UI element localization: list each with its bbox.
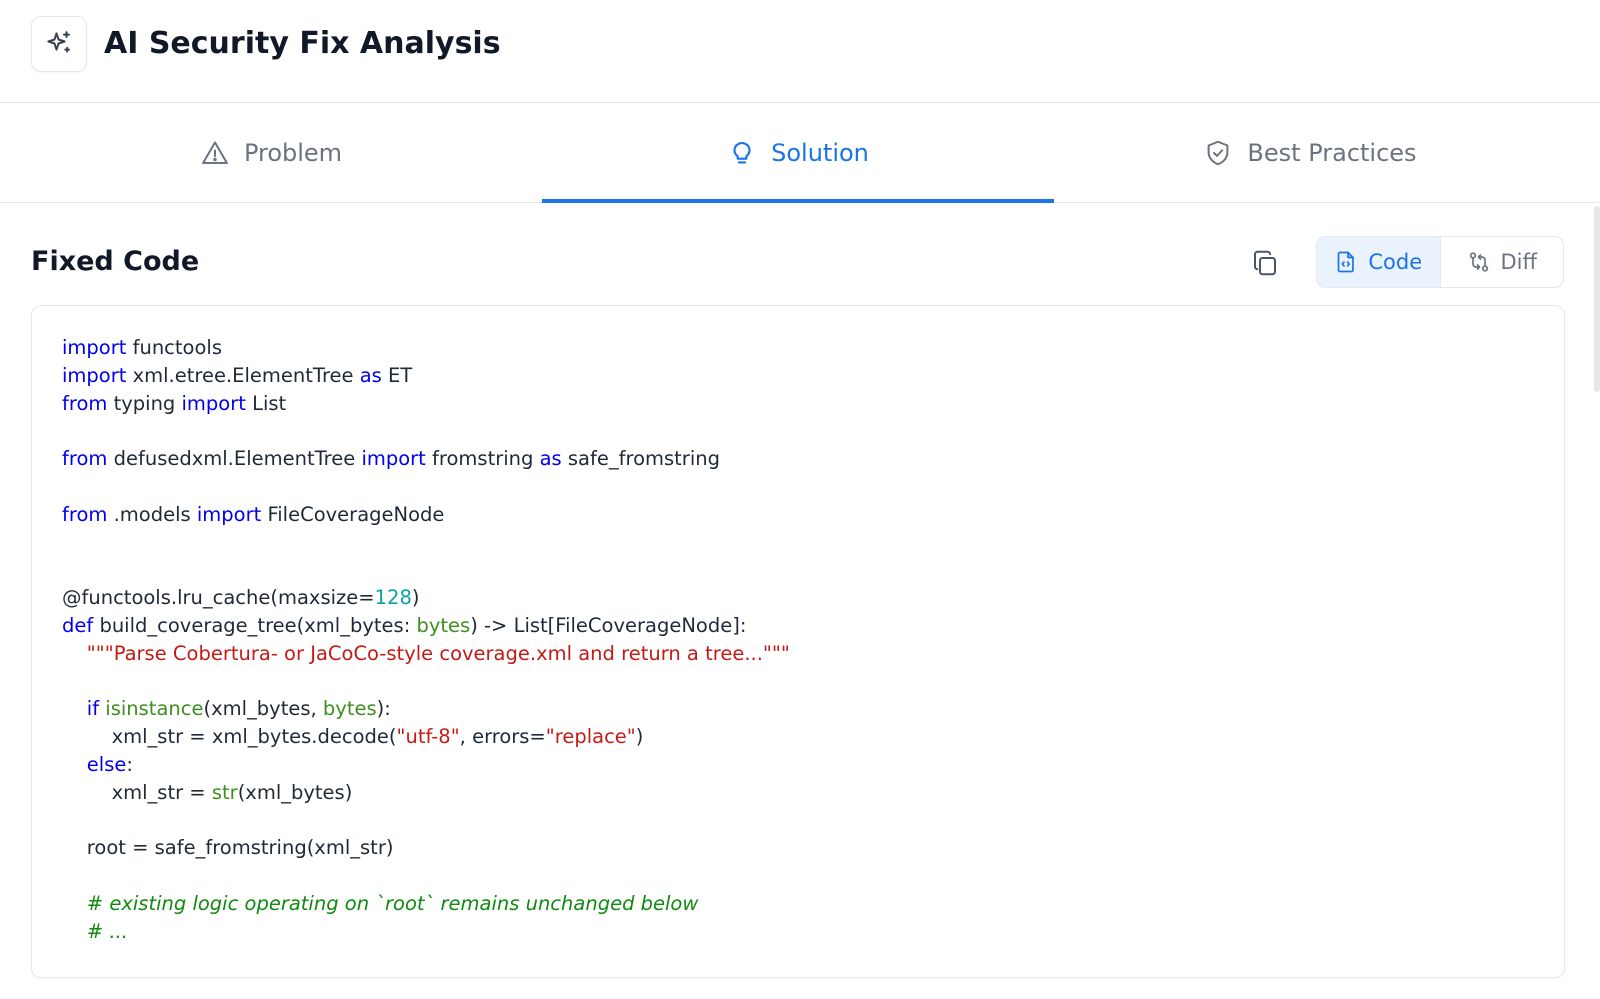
section-title: Fixed Code (31, 246, 200, 277)
code-line: import xml.etree.ElementTree as ET (62, 362, 790, 390)
code-line: import functools (62, 334, 790, 362)
code-token: build_coverage_tree(xml_bytes: (93, 613, 417, 637)
code-token: """Parse Cobertura- or JaCoCo-style cove… (86, 641, 790, 665)
code-token: bytes (416, 613, 471, 637)
code-line: @functools.lru_cache(maxsize=128) (62, 584, 790, 612)
code-token: ) -> List[FileCoverageNode]: (470, 613, 747, 637)
code-token: xml.etree.ElementTree (126, 363, 360, 387)
code-line: # ... (62, 918, 790, 946)
code-token: import (361, 447, 426, 471)
shield-check-icon (1203, 138, 1233, 168)
code-token: as (539, 447, 562, 471)
tab-solution[interactable]: Solution (542, 103, 1054, 203)
code-token: import (196, 502, 262, 526)
code-token: (xml_bytes) (237, 780, 353, 804)
code-token: "utf-8" (396, 725, 460, 749)
view-toggle: Code Diff (1316, 236, 1564, 288)
code-line: xml_str = xml_bytes.decode("utf-8", erro… (62, 723, 790, 751)
code-line: def build_coverage_tree(xml_bytes: bytes… (62, 612, 790, 640)
code-token: "replace" (545, 725, 636, 749)
code-line: """Parse Cobertura- or JaCoCo-style cove… (62, 640, 790, 668)
git-compare-icon (1467, 250, 1491, 274)
code-line: if isinstance(xml_bytes, bytes): (62, 695, 790, 723)
code-line: from .models import FileCoverageNode (62, 501, 790, 529)
code-line: xml_str = str(xml_bytes) (62, 779, 790, 807)
code-token: , errors= (459, 725, 546, 749)
scrollbar[interactable] (1594, 206, 1600, 392)
code-view-button[interactable]: Code (1317, 237, 1441, 287)
code-token: ) (635, 725, 644, 749)
code-token: List (245, 391, 287, 415)
code-token: from (62, 502, 108, 526)
code-token: def (62, 613, 94, 637)
tab-label: Problem (243, 138, 343, 167)
code-token: import (62, 336, 127, 359)
code-line: from defusedxml.ElementTree import froms… (62, 445, 790, 473)
code-token: xml_str = (62, 780, 212, 804)
code-token: xml_str = xml_bytes.decode( (62, 725, 397, 749)
code-token: # existing logic operating on `root` rem… (86, 891, 699, 915)
page-title: AI Security Fix Analysis (104, 26, 501, 61)
code-token: functools (126, 336, 222, 359)
code-line: else: (62, 751, 790, 779)
code-token: ): (376, 697, 391, 721)
code-line: # existing logic operating on `root` rem… (62, 890, 790, 918)
code-token: ET (381, 363, 413, 387)
code-token: typing (107, 391, 182, 415)
copy-icon (1250, 248, 1280, 278)
file-code-icon (1334, 250, 1358, 274)
code-token: # ... (86, 919, 128, 943)
code-token: import (181, 391, 246, 415)
sparkle-icon (31, 16, 87, 72)
tab-best-practices[interactable]: Best Practices (1054, 103, 1566, 202)
tab-bar: Problem Solution Best Practices (0, 103, 1600, 203)
code-token: root = safe_fromstring(xml_str) (62, 836, 394, 860)
lightbulb-icon (727, 138, 757, 168)
code-token: defusedxml.ElementTree (107, 447, 362, 471)
warning-triangle-icon (200, 138, 230, 168)
code-token: (xml_bytes, (203, 697, 323, 721)
diff-view-button[interactable]: Diff (1441, 237, 1564, 287)
toggle-label: Code (1368, 250, 1423, 274)
code-panel: import functools import xml.etree.Element… (31, 305, 1565, 978)
code-token: safe_fromstring (561, 447, 720, 471)
code-token: if (86, 697, 100, 721)
code-token: bytes (322, 697, 377, 721)
code-token: FileCoverageNode (261, 502, 445, 526)
code-token: from (62, 391, 108, 415)
code-token: str (211, 780, 238, 804)
code-line: from typing import List (62, 390, 790, 418)
code-token: 128 (374, 586, 412, 610)
code-token: import (62, 363, 127, 387)
toggle-label: Diff (1500, 250, 1537, 274)
code-token: isinstance (105, 697, 204, 721)
tab-label: Solution (771, 138, 869, 167)
code-token: @functools.lru_cache(maxsize= (62, 586, 375, 610)
code-token: fromstring (425, 447, 540, 471)
code-token: ) (411, 586, 420, 610)
code-token: from (62, 447, 108, 471)
code-token: : (126, 752, 133, 776)
tab-label: Best Practices (1247, 138, 1417, 167)
app-header: AI Security Fix Analysis (0, 0, 1600, 103)
tab-problem[interactable]: Problem (0, 103, 542, 202)
copy-button[interactable] (1247, 245, 1283, 281)
code-token: .models (107, 502, 197, 526)
code-line: root = safe_fromstring(xml_str) (62, 834, 790, 862)
code-token: as (359, 363, 382, 387)
code-token: else (86, 752, 127, 776)
code-block: import functools import xml.etree.Element… (62, 334, 790, 946)
